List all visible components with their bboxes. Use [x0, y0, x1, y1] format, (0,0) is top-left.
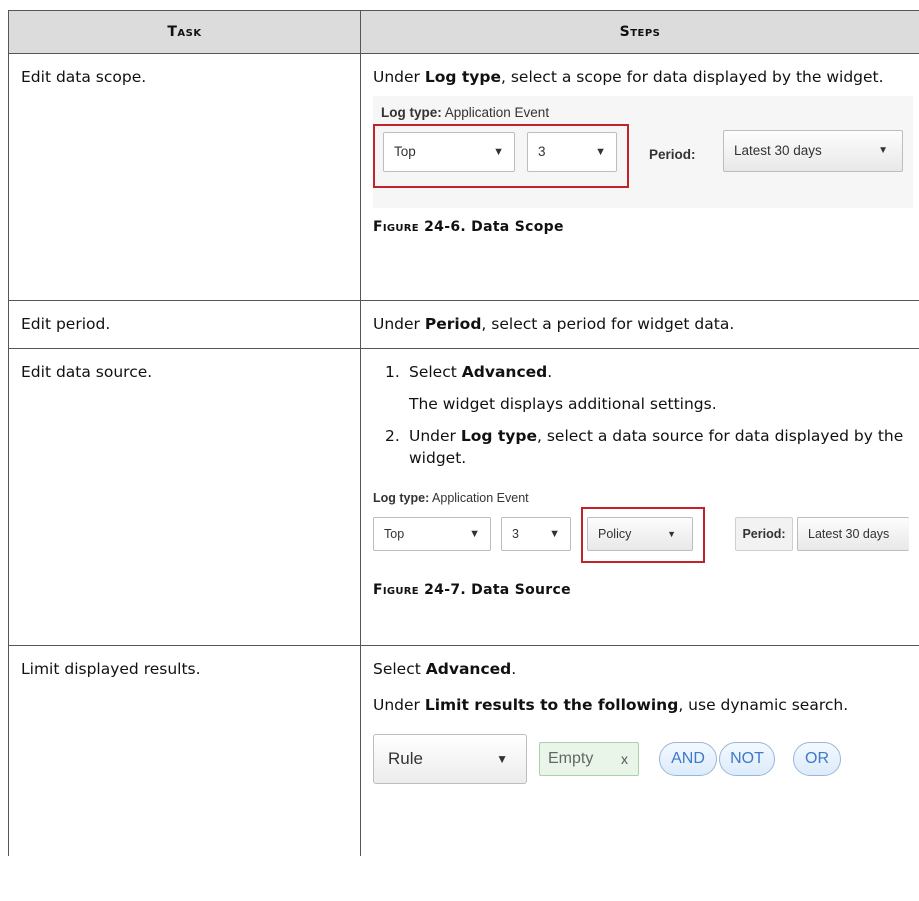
not-button[interactable]: NOT: [719, 742, 775, 776]
steps-cell: 1. Select Advanced. The widget displays …: [360, 348, 919, 646]
figure-caption: Figure 24-6. Data Scope: [373, 219, 564, 235]
dropdown-arrow-icon: ▼: [595, 146, 606, 158]
table-row: Edit data source. 1. Select Advanced. Th…: [8, 348, 919, 646]
task-cell: Edit data scope.: [8, 53, 361, 301]
task-text: Edit data scope.: [21, 68, 147, 86]
step-text: Under Period, select a period for widget…: [373, 315, 735, 333]
steps-cell: Under Period, select a period for widget…: [360, 300, 919, 349]
numbered-step: 2. Under Log type, select a data source …: [385, 427, 904, 467]
data-source-figure: Log type: Application Event Top ▼ 3 ▼ Poli…: [361, 477, 909, 575]
caret-down-icon: ▼: [878, 145, 888, 156]
figure-caption: Figure 24-7. Data Source: [373, 582, 571, 598]
table-row: Edit period. Under Period, select a peri…: [8, 300, 919, 349]
period-label: Period:: [649, 147, 696, 162]
caret-down-icon: ▼: [496, 752, 508, 766]
or-button[interactable]: OR: [793, 742, 841, 776]
numbered-step: 1. Select Advanced.: [385, 363, 553, 381]
step-text: Under Limit results to the following, us…: [373, 696, 849, 714]
task-text: Edit data source.: [21, 363, 153, 381]
scope-select-count[interactable]: 3 ▼: [501, 517, 571, 551]
scope-select-top[interactable]: Top ▼: [373, 517, 491, 551]
step-text: Under Log type, select a scope for data …: [373, 68, 884, 86]
scope-select-count[interactable]: 3 ▼: [527, 132, 617, 172]
data-scope-figure: Log type: Application Event Top ▼ 3 ▼ Peri…: [373, 96, 913, 208]
task-text: Edit period.: [21, 315, 111, 333]
steps-cell: Select Advanced. Under Limit results to …: [360, 645, 919, 856]
close-icon[interactable]: x: [621, 748, 628, 770]
table-row: Edit data scope. Under Log type, select …: [8, 53, 919, 301]
step-note: The widget displays additional settings.: [409, 395, 717, 413]
log-type-line: Log type: Application Event: [373, 491, 529, 505]
header-steps: Steps: [360, 10, 919, 54]
table-row: Limit displayed results. Select Advanced…: [8, 645, 919, 856]
log-type-line: Log type: Application Event: [381, 105, 550, 120]
table-header-row: Task Steps: [8, 10, 919, 54]
and-button[interactable]: AND: [659, 742, 717, 776]
scope-select-top[interactable]: Top ▼: [383, 132, 515, 172]
task-cell: Limit displayed results.: [8, 645, 361, 856]
period-label: Period:: [735, 517, 793, 551]
empty-token[interactable]: Empty x: [539, 742, 639, 776]
period-button[interactable]: Latest 30 days: [797, 517, 909, 551]
dropdown-arrow-icon: ▼: [549, 528, 560, 540]
dropdown-arrow-icon: ▼: [469, 528, 480, 540]
step-text: Select Advanced.: [373, 660, 517, 678]
task-steps-table: Task Steps Edit data scope. Under Log ty…: [8, 10, 919, 856]
header-task: Task: [8, 10, 361, 54]
caret-down-icon: ▼: [667, 529, 676, 539]
rule-dropdown[interactable]: Rule ▼: [373, 734, 527, 784]
dropdown-arrow-icon: ▼: [493, 146, 504, 158]
steps-cell: Under Log type, select a scope for data …: [360, 53, 919, 301]
dynamic-search-figure: Rule ▼ Empty x AND NOT OR: [373, 730, 919, 802]
task-text: Limit displayed results.: [21, 660, 201, 678]
policy-button[interactable]: Policy ▼: [587, 517, 693, 551]
period-button[interactable]: Latest 30 days ▼: [723, 130, 903, 172]
task-cell: Edit period.: [8, 300, 361, 349]
task-cell: Edit data source.: [8, 348, 361, 646]
